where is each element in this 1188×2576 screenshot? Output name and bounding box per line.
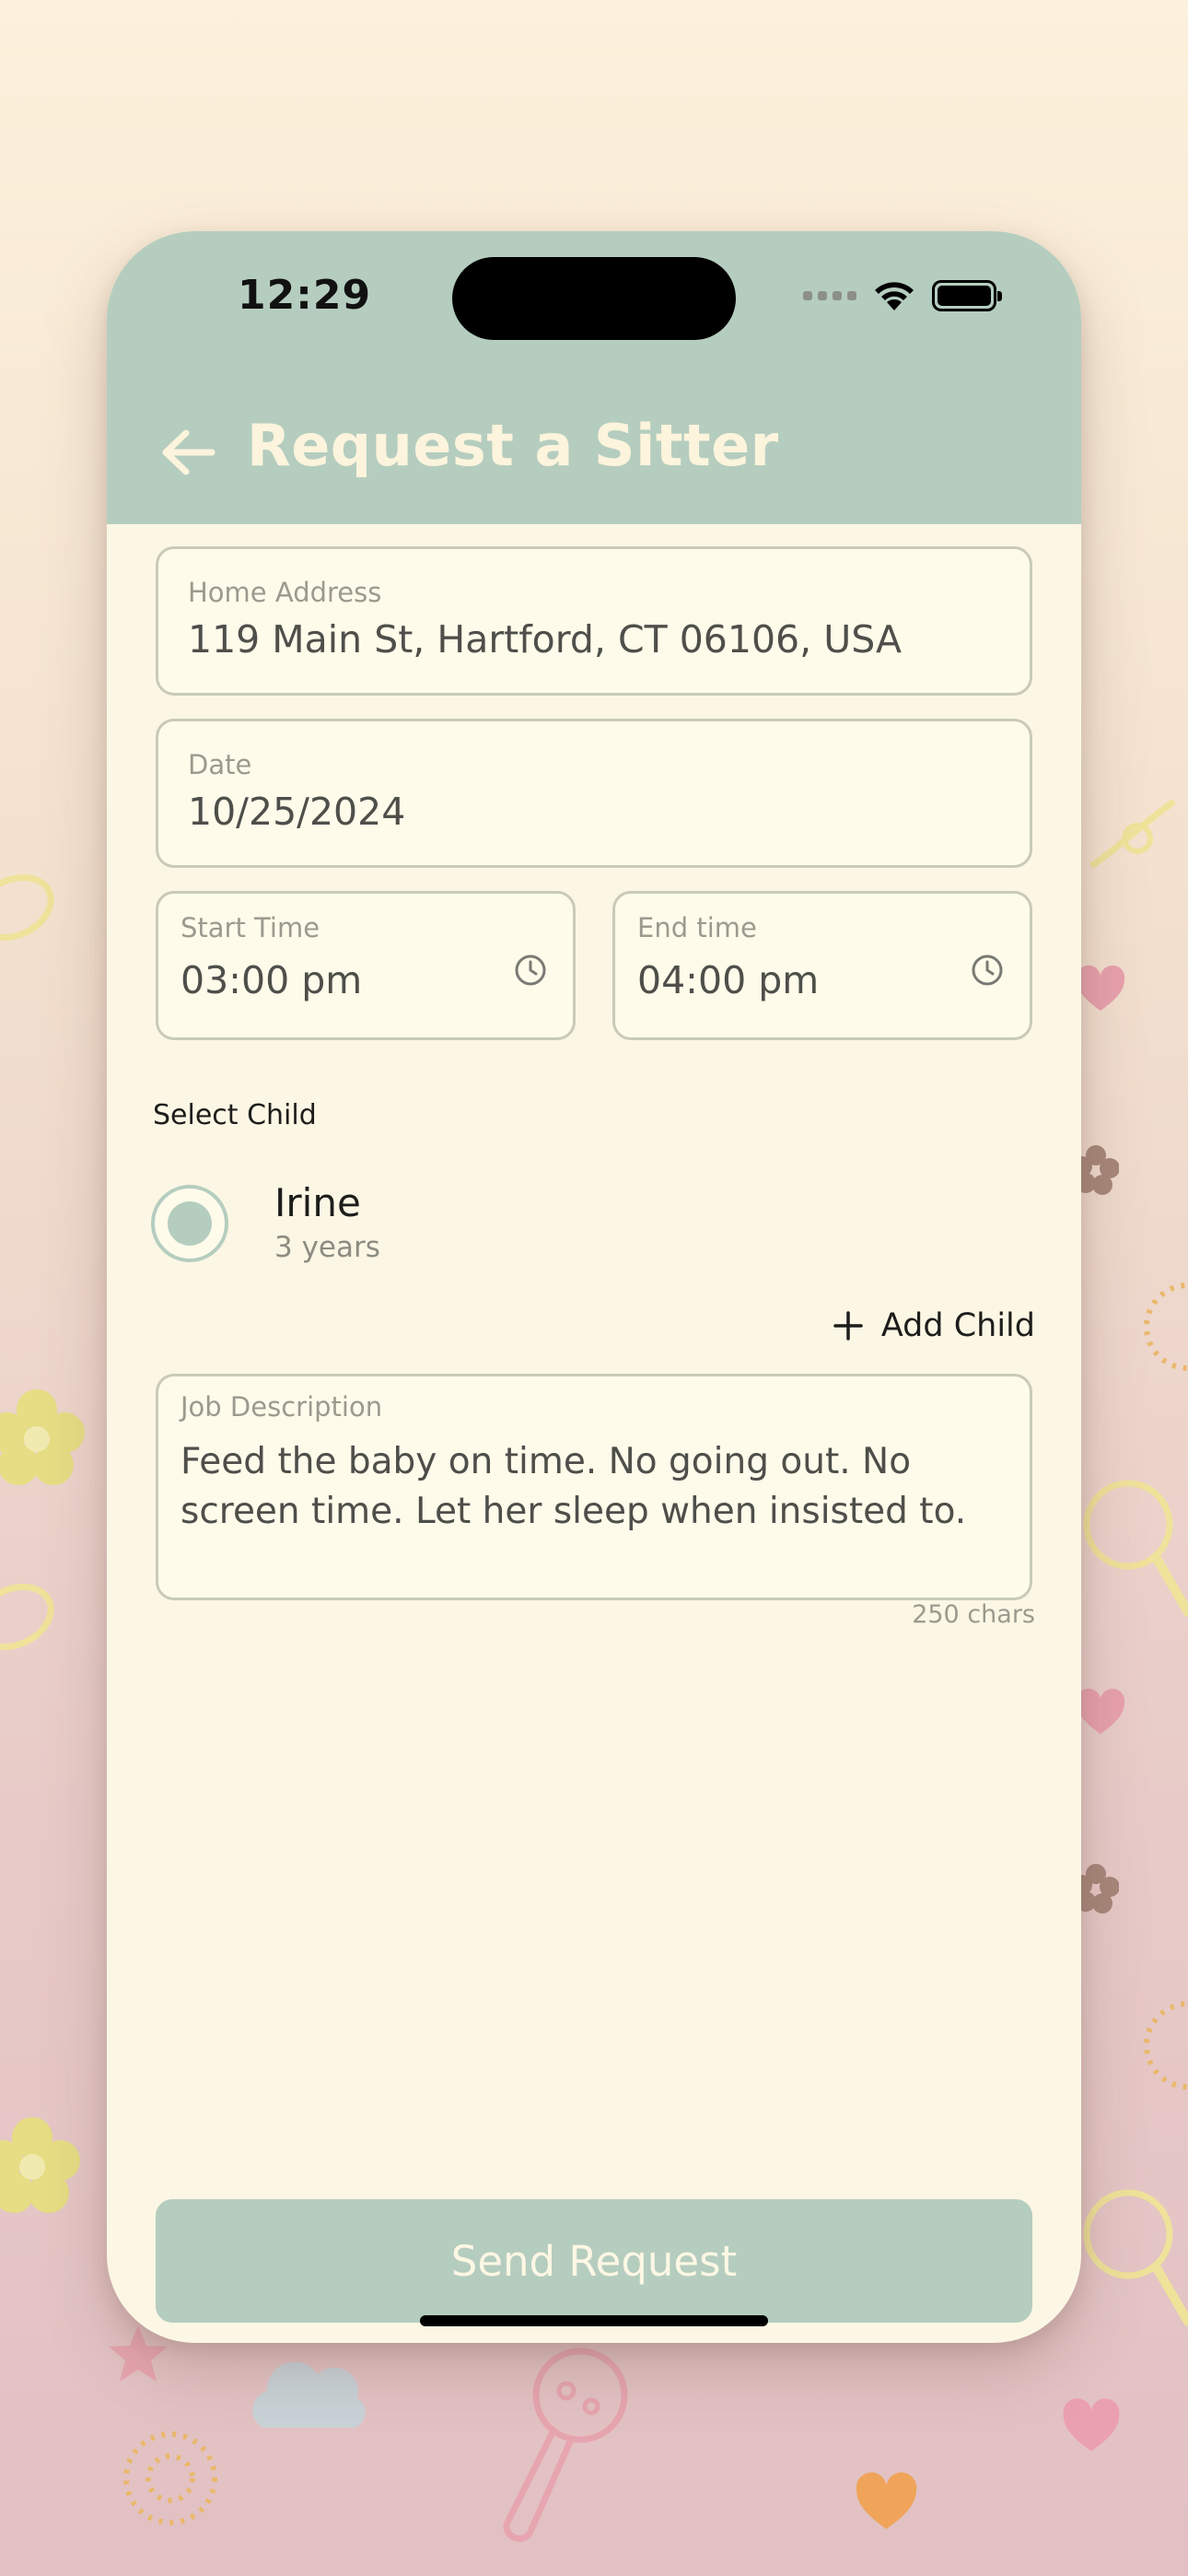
- end-time-value: 04:00 pm: [637, 958, 820, 1002]
- date-label: Date: [188, 749, 252, 780]
- child-age: 3 years: [274, 1231, 380, 1264]
- job-description-label: Job Description: [181, 1391, 383, 1423]
- spiral-icon: [1144, 1282, 1188, 1371]
- job-description-text: Feed the baby on time. No going out. No …: [181, 1441, 967, 1532]
- heart-icon: [856, 2472, 917, 2529]
- job-description-field[interactable]: Job Description Feed the baby on time. N…: [156, 1374, 1032, 1600]
- heart-icon: [1063, 2398, 1120, 2452]
- start-time-field[interactable]: Start Time 03:00 pm: [156, 891, 576, 1040]
- arrow-left-icon: [162, 429, 215, 475]
- select-child-label: Select Child: [153, 1099, 317, 1131]
- child-name: Irine: [274, 1180, 361, 1225]
- dynamic-island: [452, 257, 736, 340]
- send-request-label: Send Request: [450, 2236, 738, 2286]
- ring-icon: [0, 1584, 54, 1650]
- home-indicator: [420, 2315, 768, 2326]
- start-time-label: Start Time: [181, 912, 320, 943]
- status-icons: [803, 279, 1002, 312]
- flower-icon: [0, 2117, 80, 2213]
- start-time-value: 03:00 pm: [181, 958, 363, 1002]
- home-address-label: Home Address: [188, 577, 382, 608]
- heart-icon: [1076, 1688, 1125, 1734]
- date-field[interactable]: Date 10/25/2024: [156, 719, 1032, 868]
- leaf-icon: [1089, 799, 1176, 869]
- battery-icon: [932, 280, 1002, 311]
- child-radio-irine[interactable]: [151, 1185, 228, 1262]
- plus-icon: [833, 1311, 863, 1341]
- flower-icon: [0, 1389, 85, 1485]
- end-time-field[interactable]: End time 04:00 pm: [612, 891, 1032, 1040]
- clock-icon: [515, 954, 546, 986]
- app-header: 12:29 Request a Sitter: [107, 231, 1081, 524]
- signal-dots-icon: [803, 291, 856, 300]
- rattle-icon: [503, 2348, 628, 2542]
- add-child-label: Add Child: [880, 1307, 1035, 1344]
- back-button[interactable]: [151, 416, 225, 489]
- send-request-button[interactable]: Send Request: [156, 2199, 1032, 2323]
- ring-icon: [0, 874, 54, 941]
- home-address-value: 119 Main St, Hartford, CT 06106, USA: [188, 617, 903, 662]
- rattle-icon: [1083, 2189, 1188, 2326]
- page-title: Request a Sitter: [247, 412, 779, 479]
- end-time-label: End time: [637, 912, 757, 943]
- home-address-field[interactable]: Home Address 119 Main St, Hartford, CT 0…: [156, 546, 1032, 696]
- char-count: 250 chars: [912, 1600, 1035, 1629]
- spiral-icon: [1144, 2001, 1188, 2090]
- wifi-icon: [875, 282, 914, 310]
- spiral-icon: [123, 2431, 217, 2525]
- phone-frame: 12:29 Request a Sitter Home Address 119 …: [107, 231, 1081, 2343]
- add-child-button[interactable]: Add Child: [833, 1307, 1035, 1344]
- date-value: 10/25/2024: [188, 790, 406, 834]
- clock-icon: [972, 954, 1003, 986]
- cloud-icon: [252, 2361, 366, 2428]
- heart-icon: [1076, 965, 1125, 1011]
- status-time: 12:29: [238, 272, 372, 319]
- rattle-icon: [1083, 1480, 1188, 1617]
